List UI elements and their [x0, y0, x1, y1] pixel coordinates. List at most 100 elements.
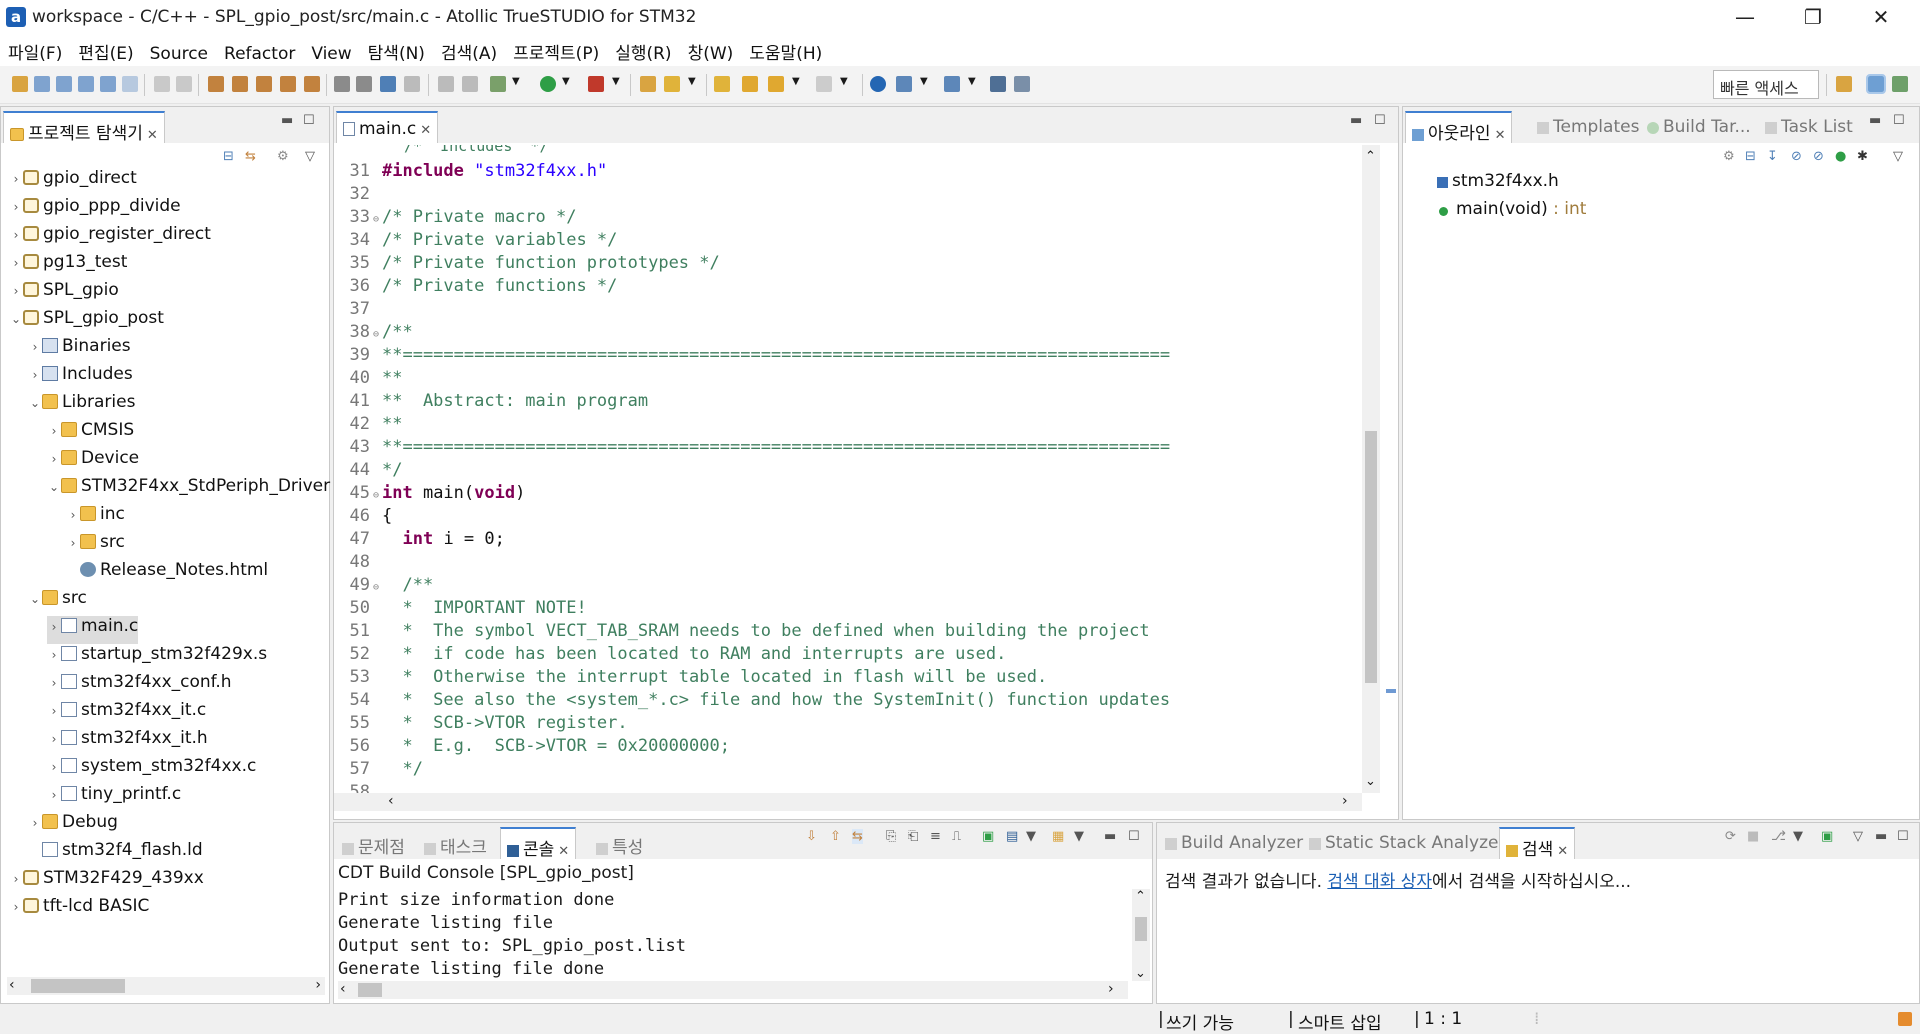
link-editor-icon[interactable]: ⇆ [245, 149, 256, 164]
build-icon[interactable] [208, 76, 224, 92]
scroll-thumb[interactable] [1135, 917, 1147, 941]
build-settings-icon[interactable] [304, 76, 320, 92]
new-class-icon[interactable] [100, 76, 116, 92]
scroll-thumb[interactable] [1365, 431, 1377, 683]
next-error-icon[interactable]: ⇩ [806, 829, 817, 844]
code-line[interactable]: 53 * Otherwise the interrupt table locat… [334, 667, 1048, 690]
code-line[interactable]: 54 * See also the <system_*.c> file and … [334, 690, 1171, 713]
minimize-icon[interactable]: ▬ [1875, 829, 1887, 844]
tab-project-explorer[interactable]: 프로젝트 탐색기 ✕ [3, 111, 165, 144]
display-console-icon[interactable]: ▤ [1006, 829, 1018, 844]
tree-item[interactable]: › STM32F429_439xx [9, 868, 204, 896]
debug-settings-icon[interactable] [334, 76, 350, 92]
code-line[interactable]: 41 ** Abstract: main program [334, 391, 649, 414]
scroll-right-icon[interactable]: › [315, 977, 321, 993]
view-menu-icon[interactable]: ▽ [1893, 149, 1903, 164]
maximize-icon[interactable]: ☐ [1893, 113, 1905, 128]
tab-properties[interactable]: 특성 [590, 827, 649, 859]
code-editor[interactable]: /* Includes */ 31 #include "stm32f4xx.h" 3… [334, 145, 1362, 793]
code-line[interactable]: 32 [334, 184, 382, 207]
tab-problems[interactable]: 문제점 [336, 827, 411, 859]
scroll-left-icon[interactable]: ‹ [9, 977, 15, 993]
cancel-search-icon[interactable]: ■ [1747, 829, 1759, 844]
word-wrap-icon[interactable]: ⎍ [952, 829, 961, 844]
scroll-right-icon[interactable]: › [1342, 793, 1348, 809]
scroll-thumb[interactable] [31, 979, 125, 993]
code-line[interactable]: 55 * SCB->VTOR register. [334, 713, 628, 736]
editor-vertical-scrollbar[interactable]: ⌃ ⌄ [1362, 145, 1380, 793]
search-icon[interactable] [664, 76, 680, 92]
new-icon[interactable] [12, 76, 28, 92]
code-line[interactable]: 31 #include "stm32f4xx.h" [334, 161, 608, 184]
sort-icon[interactable]: ⚙ [1723, 149, 1735, 164]
copy-icon[interactable]: ⎘ [886, 829, 896, 844]
sort-alpha-icon[interactable]: ↧ [1767, 149, 1778, 164]
code-line[interactable]: 52 * if code has been located to RAM and… [334, 644, 1007, 667]
minimize-icon[interactable]: ▬ [1869, 113, 1881, 128]
close-icon[interactable]: ✕ [558, 844, 569, 859]
collapse-all-icon[interactable]: ⊟ [223, 149, 234, 164]
export-icon[interactable] [1014, 76, 1030, 92]
tree-item[interactable]: › gpio_register_direct [9, 224, 211, 252]
code-line[interactable]: 46 { [334, 506, 393, 529]
close-icon[interactable]: ✕ [420, 123, 431, 138]
format-icon[interactable] [462, 76, 478, 92]
tab-static-stack-analyzer[interactable]: Static Stack Analyzer [1303, 827, 1511, 859]
code-line[interactable]: 36 /* Private functions */ [334, 276, 618, 299]
menu-run[interactable]: 실행(R) [607, 36, 679, 66]
fold-toggle-icon[interactable]: ⊖ [370, 490, 382, 501]
open-perspective-icon[interactable] [1836, 76, 1852, 92]
maximize-icon[interactable]: ☐ [1897, 829, 1909, 844]
tree-item[interactable]: ⌄ Libraries [28, 392, 135, 420]
scroll-up-icon[interactable]: ⌃ [1365, 149, 1376, 164]
tab-build-targets[interactable]: Build Tar... [1641, 111, 1757, 143]
run-icon[interactable] [540, 76, 556, 92]
minimize-icon[interactable]: ▬ [1350, 113, 1362, 128]
code-line[interactable]: 37 [334, 299, 382, 322]
back-icon[interactable] [768, 76, 784, 92]
external-tools-dropdown-icon[interactable]: ▼ [612, 76, 622, 92]
scroll-lock-icon[interactable]: ⇆ [852, 829, 863, 844]
info-icon[interactable] [870, 76, 886, 92]
scroll-right-icon[interactable]: › [1108, 981, 1114, 997]
code-line[interactable]: 47 int i = 0; [334, 529, 505, 552]
fold-toggle-icon[interactable]: ⊖ [370, 329, 382, 340]
search-dropdown-icon[interactable]: ▼ [688, 76, 698, 92]
tab-outline[interactable]: 아웃라인 ✕ [1405, 111, 1513, 144]
menu-search[interactable]: 검색(A) [433, 36, 505, 66]
search-dialog-link[interactable]: 검색 대화 상자 [1327, 872, 1432, 892]
menu-project[interactable]: 프로젝트(P) [505, 36, 607, 66]
tab-task-list[interactable]: Task List [1759, 111, 1859, 143]
open-type-icon[interactable] [122, 76, 138, 92]
code-line[interactable]: 58 [334, 782, 382, 793]
tab-console[interactable]: 콘솔 ✕ [500, 827, 577, 860]
external-tools-icon[interactable] [588, 76, 604, 92]
save-all-icon[interactable] [176, 76, 192, 92]
code-line[interactable]: 42 ** [334, 414, 403, 437]
menu-help[interactable]: 도움말(H) [741, 36, 830, 66]
back-dropdown-icon[interactable]: ▼ [792, 76, 802, 92]
tree-item[interactable]: › tiny_printf.c [47, 784, 182, 812]
forward-icon[interactable] [816, 76, 832, 92]
notification-icon[interactable] [1898, 1012, 1912, 1026]
tree-item[interactable]: › stm32f4xx_it.c [47, 700, 207, 728]
open-folder-icon[interactable] [640, 76, 656, 92]
open-console-dropdown-icon[interactable]: ▼ [1074, 829, 1084, 844]
skip-breakpoints-icon[interactable] [404, 76, 420, 92]
pin-search-icon[interactable]: ▣ [1821, 829, 1833, 844]
scroll-down-icon[interactable]: ⌄ [1365, 774, 1376, 789]
layout-icon[interactable] [944, 76, 960, 92]
scroll-left-icon[interactable]: ‹ [340, 981, 346, 997]
scroll-down-icon[interactable]: ⌄ [1135, 966, 1146, 981]
next-annotation-icon[interactable] [714, 76, 730, 92]
menu-edit[interactable]: 편집(E) [70, 36, 141, 66]
new-source-folder-icon[interactable] [34, 76, 50, 92]
rebuild-icon[interactable] [256, 76, 272, 92]
tree-item[interactable]: › gpio_direct [9, 168, 137, 196]
new-source-file-icon[interactable] [56, 76, 72, 92]
tab-templates[interactable]: Templates [1531, 111, 1645, 143]
save-icon[interactable] [154, 76, 170, 92]
paste-icon[interactable]: ⎗ [908, 829, 918, 844]
pin-console-icon[interactable]: ▣ [982, 829, 994, 844]
quick-access-input[interactable]: 빠른 액세스 [1713, 70, 1819, 99]
